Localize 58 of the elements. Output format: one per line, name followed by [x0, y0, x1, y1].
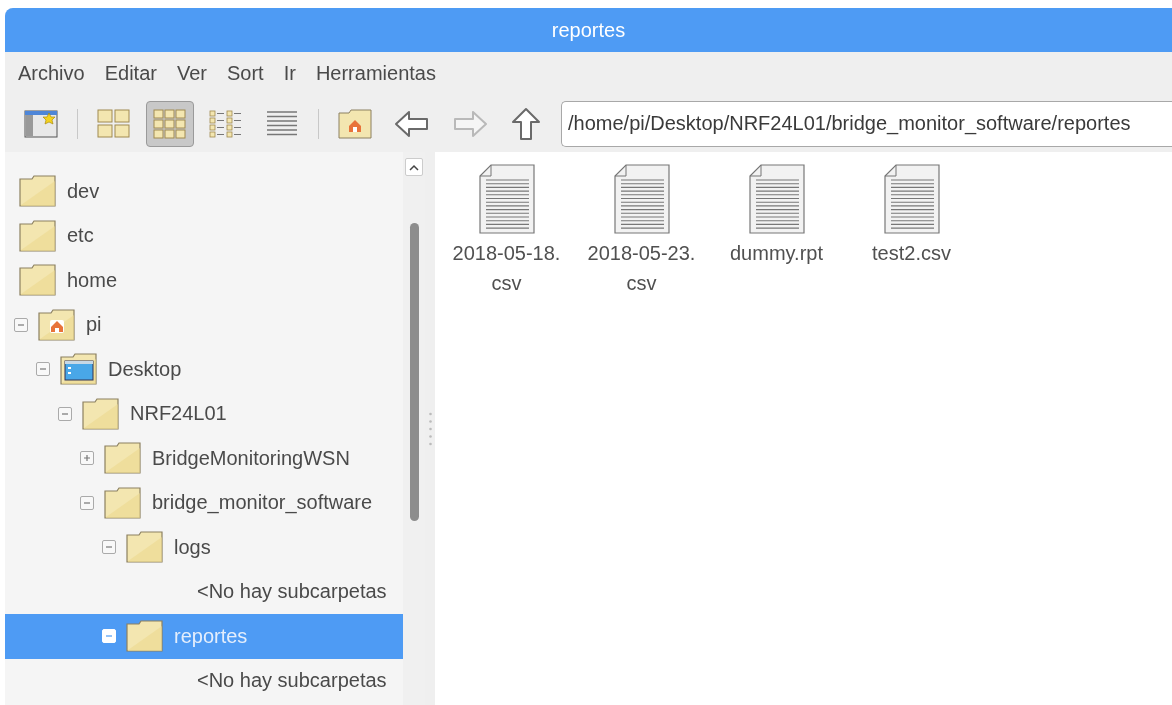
desktop-folder-icon	[60, 353, 98, 386]
tree-item[interactable]: etc	[5, 213, 403, 258]
forward-arrow-icon	[452, 108, 488, 139]
text-file-icon	[613, 164, 670, 234]
folder-icon	[126, 620, 164, 653]
file-item[interactable]: dummy.rpt	[709, 164, 844, 268]
home-folder-icon	[338, 108, 372, 139]
folder-icon	[104, 486, 142, 519]
collapse-icon[interactable]	[80, 495, 94, 510]
file-name: 2018-05-18. csv	[452, 241, 561, 296]
tree-item[interactable]: NRF24L01	[5, 391, 403, 436]
menu-item[interactable]: Ir	[283, 62, 296, 85]
file-item[interactable]: test2.csv	[844, 164, 979, 268]
window-title: reportes	[551, 18, 626, 42]
tree-item[interactable]: dev	[5, 169, 403, 214]
collapse-icon[interactable]	[36, 362, 50, 377]
no-subfolders-hint: <No hay subcarpetas	[197, 669, 387, 693]
folder-icon	[19, 219, 57, 252]
folder-icon	[82, 397, 120, 430]
back-arrow-icon	[394, 108, 430, 139]
file-name: dummy.rpt	[730, 241, 823, 266]
no-subfolders-hint: <No hay subcarpetas	[197, 580, 387, 604]
icons-view-icon	[153, 108, 187, 139]
text-file-icon	[478, 164, 535, 234]
up-arrow-icon	[510, 106, 542, 141]
tree-item[interactable]: bridge_monitor_software	[5, 480, 403, 525]
file-item[interactable]: 2018-05-23. csv	[574, 164, 709, 298]
home-folder-icon	[38, 308, 76, 341]
tree-item[interactable]: logs	[5, 525, 403, 570]
collapse-icon[interactable]	[58, 406, 72, 421]
file-name: 2018-05-23. csv	[587, 241, 696, 296]
tree-item[interactable]: Desktop	[5, 347, 403, 392]
tree-item[interactable]: BridgeMonitoringWSN	[5, 436, 403, 481]
file-item[interactable]: 2018-05-18. csv	[439, 164, 574, 298]
tree-item[interactable]: home	[5, 258, 403, 303]
collapse-icon[interactable]	[14, 317, 28, 332]
splitter-handle-icon[interactable]	[428, 410, 432, 447]
folder-icon	[126, 531, 164, 564]
menu-item[interactable]: Sort	[227, 62, 264, 85]
menu-item[interactable]: Editar	[104, 62, 157, 85]
view-mode-button[interactable]	[146, 100, 194, 147]
menu-item[interactable]: Ver	[176, 62, 207, 85]
large-icons-view-icon	[97, 108, 131, 139]
path-field[interactable]: /home/pi/Desktop/NRF24L01/bridge_monitor_software/reportes	[561, 100, 1172, 147]
text-file-icon	[883, 164, 940, 234]
folder-icon	[19, 175, 57, 208]
expand-icon[interactable]	[80, 451, 94, 466]
file-name: test2.csv	[872, 241, 951, 266]
folder-icon	[19, 264, 57, 297]
scroll-up-icon[interactable]	[405, 158, 423, 176]
menu-item[interactable]: Herramientas	[315, 62, 436, 85]
collapse-icon[interactable]	[102, 540, 116, 555]
tree-item[interactable]: pi	[5, 302, 403, 347]
scrollbar-thumb[interactable]	[409, 223, 419, 521]
menu-item[interactable]: Archivo	[18, 62, 85, 85]
folder-icon	[104, 442, 142, 475]
text-file-icon	[748, 164, 805, 234]
compact-view-icon	[209, 108, 243, 139]
